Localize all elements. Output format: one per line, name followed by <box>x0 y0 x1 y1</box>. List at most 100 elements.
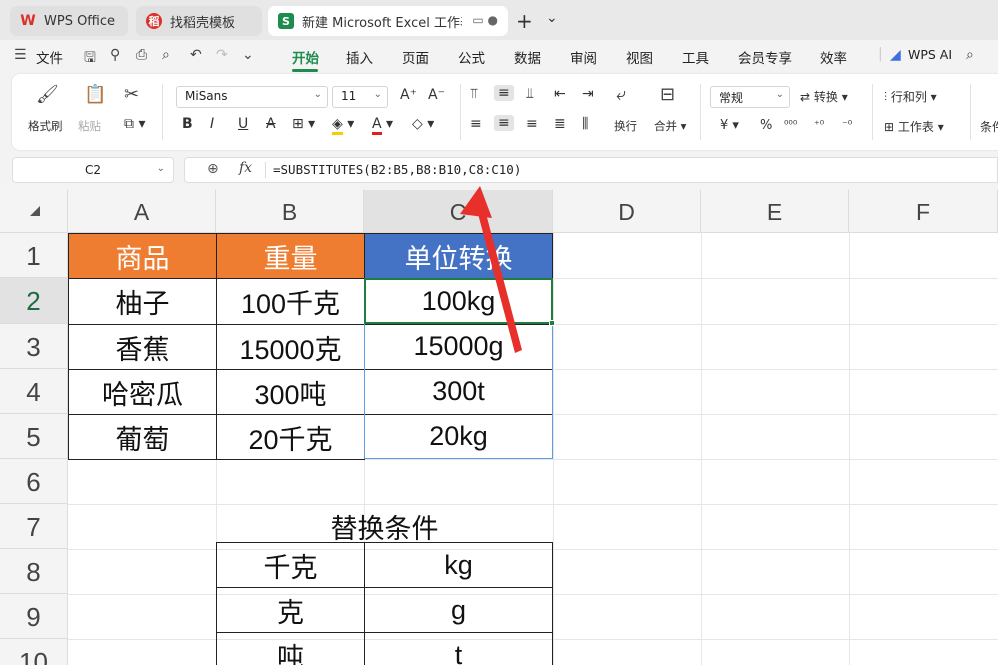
row-header-3[interactable]: 3 <box>0 324 68 369</box>
column-header-a[interactable]: A <box>68 190 216 233</box>
italic-icon[interactable]: I <box>210 116 214 132</box>
align-top-icon[interactable]: ⫪ <box>470 86 478 102</box>
select-all-button[interactable] <box>0 190 68 233</box>
align-right-icon[interactable]: ≡ <box>526 116 538 132</box>
cut-icon[interactable]: ✂ <box>124 84 139 105</box>
copy-icon[interactable]: ⧉ ▾ <box>124 116 145 132</box>
row-header-4[interactable]: 4 <box>0 369 68 414</box>
cell-c9[interactable]: g <box>364 587 553 633</box>
row-header-1[interactable]: 1 <box>0 233 68 278</box>
row-header-10[interactable]: 10 <box>0 639 68 665</box>
convert-button[interactable]: ⇄ 转换 ▾ <box>800 88 848 105</box>
cell-a5[interactable]: 葡萄 <box>68 414 217 460</box>
print-preview-icon[interactable]: ⌕ <box>162 47 170 63</box>
format-painter-label[interactable]: 格式刷 <box>28 118 63 134</box>
wrap-text-label[interactable]: 换行 <box>614 118 637 134</box>
cell-b8[interactable]: 千克 <box>216 542 365 588</box>
cell-b2[interactable]: 100千克 <box>216 278 365 325</box>
underline-icon[interactable]: U <box>238 116 248 132</box>
menu-efficiency[interactable]: 效率 <box>820 47 847 67</box>
redo-icon[interactable]: ↷ <box>216 47 228 63</box>
increase-indent-icon[interactable]: ⇥ <box>582 86 594 102</box>
menu-formula[interactable]: 公式 <box>458 47 485 67</box>
menu-data[interactable]: 数据 <box>514 47 541 67</box>
rows-cols-button[interactable]: ⫶ 行和列 ▾ <box>884 88 937 105</box>
conditional-format-button[interactable]: 条件 <box>980 118 998 135</box>
border-icon[interactable]: ⊞ ▾ <box>292 116 315 132</box>
format-painter-icon[interactable]: 🖌 <box>36 84 59 105</box>
spreadsheet-grid[interactable]: A B C D E F 1 2 3 4 5 6 7 8 9 10 商品 重量 单… <box>0 190 998 665</box>
decrease-decimal-icon[interactable]: ⁻⁰ <box>842 118 852 131</box>
menu-file[interactable]: 文件 <box>36 47 63 67</box>
cell-b10[interactable]: 吨 <box>216 632 365 665</box>
fill-handle[interactable] <box>549 320 555 326</box>
menu-wps-ai[interactable]: WPS AI <box>908 47 952 62</box>
quick-access-more-icon[interactable]: ⌄ <box>242 47 254 63</box>
undo-icon[interactable]: ↶ <box>190 47 202 63</box>
menu-insert[interactable]: 插入 <box>346 47 373 67</box>
merge-cells-icon[interactable]: ⊟ <box>660 84 675 105</box>
clear-format-icon[interactable]: ◇ ▾ <box>412 116 434 132</box>
tab-template[interactable]: 稻 找稻壳模板 <box>136 6 262 36</box>
cell-c10[interactable]: t <box>364 632 553 665</box>
cell-b5[interactable]: 20千克 <box>216 414 365 460</box>
wrap-text-icon[interactable]: ⤶ <box>616 84 626 105</box>
cell-a2[interactable]: 柚子 <box>68 278 217 325</box>
column-header-b[interactable]: B <box>216 190 364 233</box>
formula-input-area[interactable]: ⊕ fx =SUBSTITUTES(B2:B5,B8:B10,C8:C10) <box>184 157 998 183</box>
thousands-separator-icon[interactable]: ⁰⁰⁰ <box>784 118 797 131</box>
align-center-icon[interactable]: ≡ <box>494 115 514 131</box>
print-icon[interactable]: ⎙ <box>136 47 147 63</box>
align-bottom-icon[interactable]: ⫫ <box>526 86 534 102</box>
bold-icon[interactable]: B <box>182 116 193 132</box>
menu-review[interactable]: 审阅 <box>570 47 597 67</box>
column-header-c[interactable]: C <box>364 190 553 233</box>
row-header-7[interactable]: 7 <box>0 504 68 549</box>
cell-c1[interactable]: 单位转换 <box>364 233 553 279</box>
row-header-5[interactable]: 5 <box>0 414 68 459</box>
merge-label[interactable]: 合并 ▾ <box>654 118 686 134</box>
function-icon[interactable]: fx <box>239 160 252 176</box>
cell-a1[interactable]: 商品 <box>68 233 217 279</box>
paste-label[interactable]: 粘贴 <box>78 118 101 134</box>
cell-b1[interactable]: 重量 <box>216 233 365 279</box>
row-header-9[interactable]: 9 <box>0 594 68 639</box>
save-icon[interactable]: 🖫 <box>84 47 96 71</box>
strikethrough-icon[interactable]: A <box>266 116 276 132</box>
worksheet-button[interactable]: ⊞ 工作表 ▾ <box>884 118 944 135</box>
paste-icon[interactable]: 📋 <box>84 84 106 105</box>
decrease-indent-icon[interactable]: ⇤ <box>554 86 566 102</box>
zoom-icon[interactable]: ⊕ <box>207 161 219 177</box>
row-header-8[interactable]: 8 <box>0 549 68 594</box>
cell-a3[interactable]: 香蕉 <box>68 324 217 370</box>
font-color-icon[interactable]: A ▾ <box>372 116 393 135</box>
distributed-icon[interactable]: ⫼ <box>582 116 588 132</box>
number-format-select[interactable]: 常规 ⌄ <box>710 86 790 108</box>
font-name-select[interactable]: MiSans ⌄ <box>176 86 328 108</box>
increase-decimal-icon[interactable]: ⁺⁰ <box>814 118 824 131</box>
menu-home[interactable]: 开始 <box>292 47 319 67</box>
formula-input[interactable]: =SUBSTITUTES(B2:B5,B8:B10,C8:C10) <box>273 162 521 177</box>
tab-wps-office[interactable]: W WPS Office <box>10 6 128 36</box>
increase-font-icon[interactable]: A⁺ <box>400 87 417 103</box>
percent-button[interactable]: % <box>760 118 772 133</box>
column-header-e[interactable]: E <box>701 190 849 233</box>
align-middle-icon[interactable]: ≡ <box>494 85 514 101</box>
share-icon[interactable]: ⚲ <box>110 47 120 63</box>
currency-button[interactable]: ¥ ▾ <box>720 118 739 133</box>
menu-view[interactable]: 视图 <box>626 47 653 67</box>
new-tab-icon[interactable]: + <box>516 9 533 33</box>
tab-workbook[interactable]: S 新建 Microsoft Excel 工作表 ▭ ● <box>268 6 508 36</box>
align-left-icon[interactable]: ≡ <box>470 116 482 132</box>
column-header-d[interactable]: D <box>553 190 701 233</box>
cell-a4[interactable]: 哈密瓜 <box>68 369 217 415</box>
row-header-6[interactable]: 6 <box>0 459 68 504</box>
hamburger-menu-icon[interactable]: ☰ <box>14 47 27 63</box>
fill-color-icon[interactable]: ◈ ▾ <box>332 116 354 135</box>
row-header-2[interactable]: 2 <box>0 278 68 324</box>
cell-b3[interactable]: 15000克 <box>216 324 365 370</box>
search-icon[interactable]: ⌕ <box>966 47 974 63</box>
cell-b4[interactable]: 300吨 <box>216 369 365 415</box>
name-box[interactable]: C2 ⌄ <box>12 157 174 183</box>
wps-ai-icon[interactable]: ◢ <box>890 47 901 63</box>
